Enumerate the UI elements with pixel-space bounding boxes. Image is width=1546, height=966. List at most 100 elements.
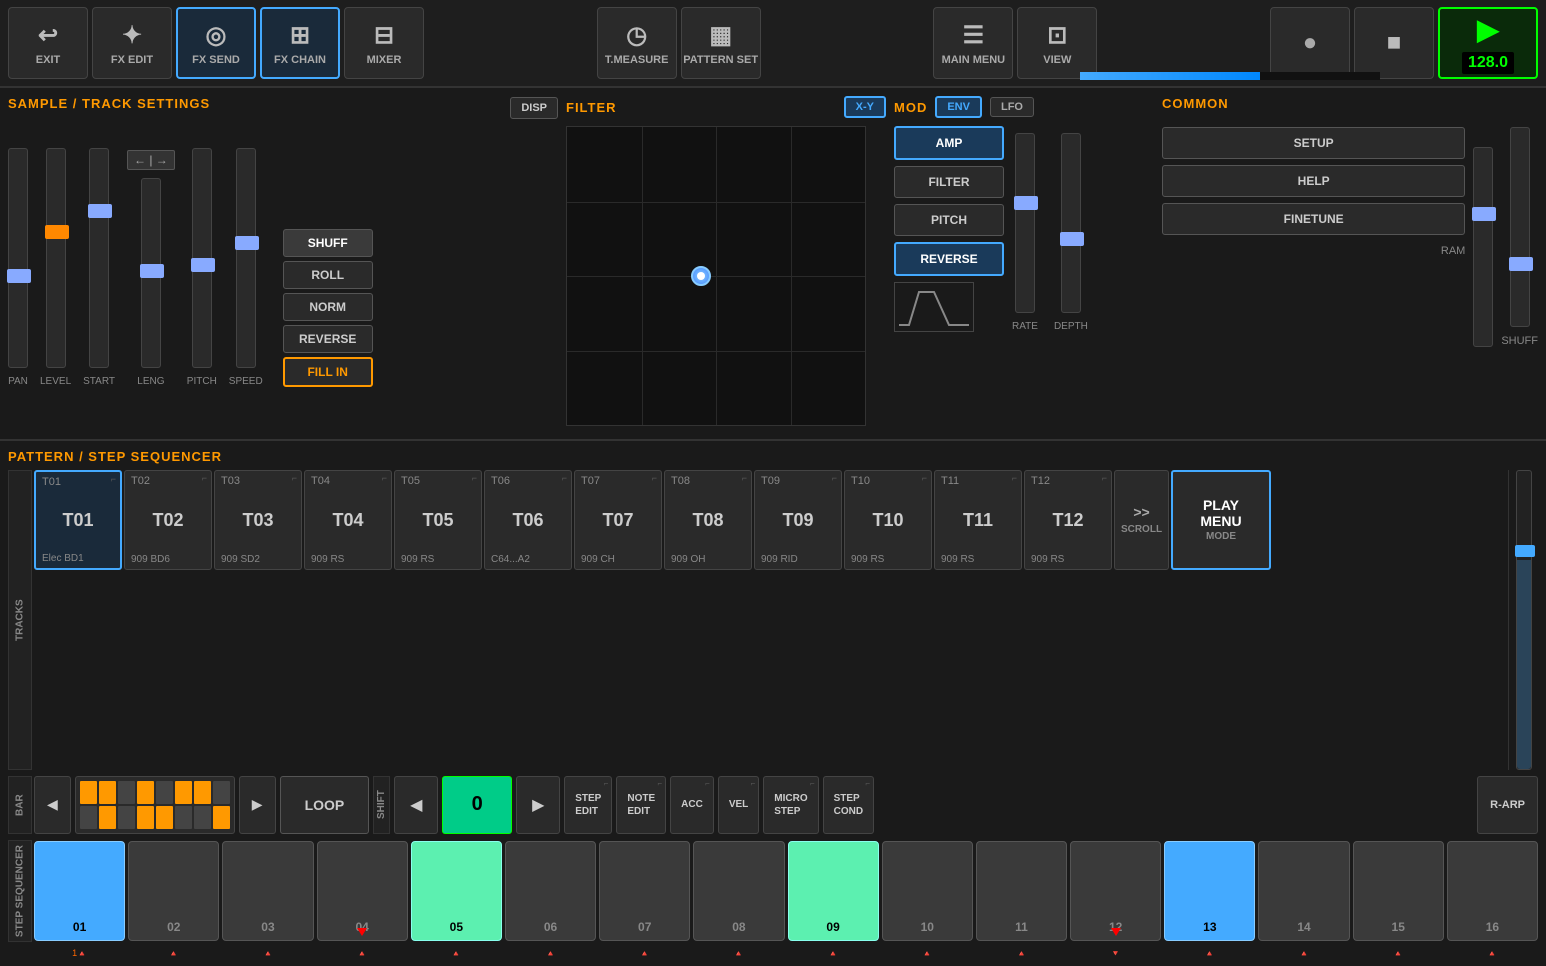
step-pad-12[interactable]: 12 (1070, 841, 1161, 941)
rate-slider[interactable] (1015, 133, 1035, 313)
track-button-t01[interactable]: ⌐ T01 T01 Elec BD1 (34, 470, 122, 570)
step-nav-left[interactable]: ◀ (394, 776, 438, 834)
level-slider[interactable] (46, 148, 66, 368)
vel-button[interactable]: ⌐ VEL (718, 776, 759, 834)
r-arp-button[interactable]: R-ARP (1477, 776, 1538, 834)
reverse-mod-button[interactable]: REVERSE (894, 242, 1004, 276)
step-pad-08[interactable]: 08 (693, 841, 784, 941)
fillin-button[interactable]: FILL IN (283, 357, 373, 387)
step-edit-button[interactable]: ⌐ STEP EDIT (564, 776, 612, 834)
finetune-button[interactable]: FINETUNE (1162, 203, 1465, 235)
shuff-button[interactable]: SHUFF (283, 229, 373, 257)
pitch-slider[interactable] (192, 148, 212, 368)
step-pad-11[interactable]: 11 (976, 841, 1067, 941)
micro-step-button[interactable]: ⌐ MICRO STEP (763, 776, 818, 834)
record-button[interactable]: ● (1270, 7, 1350, 79)
track-button-t11[interactable]: ⌐ T11 T11 909 RS (934, 470, 1022, 570)
step-cond-button[interactable]: ⌐ STEP COND (823, 776, 874, 834)
track-button-t02[interactable]: ⌐ T02 T02 909 BD6 (124, 470, 212, 570)
step-pad-01[interactable]: 01 (34, 841, 125, 941)
step-pad-10[interactable]: 10 (882, 841, 973, 941)
view-button[interactable]: ⊡ VIEW (1017, 7, 1097, 79)
step-pad-06[interactable]: 06 (505, 841, 596, 941)
track-button-t04[interactable]: ⌐ T04 T04 909 RS (304, 470, 392, 570)
pan-slider[interactable] (8, 148, 28, 368)
mixer-button[interactable]: ⊟ MIXER (344, 7, 424, 79)
track-button-t10[interactable]: ⌐ T10 T10 909 RS (844, 470, 932, 570)
step-pad-16[interactable]: 16 (1447, 841, 1538, 941)
step-pad-15[interactable]: 15 (1353, 841, 1444, 941)
amp-button[interactable]: AMP (894, 126, 1004, 160)
mod-buttons: AMP FILTER PITCH REVERSE (894, 126, 1004, 332)
setup-button[interactable]: SETUP (1162, 127, 1465, 159)
track-button-t08[interactable]: ⌐ T08 T08 909 OH (664, 470, 752, 570)
reverse-button[interactable]: REVERSE (283, 325, 373, 353)
lfo-tab[interactable]: LFO (990, 97, 1034, 117)
roll-button[interactable]: ROLL (283, 261, 373, 289)
pattern-set-button[interactable]: ▦ PATTERN SET (681, 7, 761, 79)
track-button-t05[interactable]: ⌐ T05 T05 909 RS (394, 470, 482, 570)
t-measure-button[interactable]: ◷ T.MEASURE (597, 7, 677, 79)
step-pad-13[interactable]: 13 (1164, 841, 1255, 941)
leng-arrows[interactable]: ← | → (127, 150, 175, 170)
step-edit-label2: EDIT (575, 806, 598, 817)
filter-mod-button[interactable]: FILTER (894, 166, 1004, 198)
depth-slider[interactable] (1061, 133, 1081, 313)
mixer-icon: ⊟ (374, 21, 394, 50)
common-slider-track-2[interactable] (1510, 127, 1530, 327)
play-button[interactable]: ▶ 128.0 (1438, 7, 1538, 79)
exit-button[interactable]: ↩ EXIT (8, 7, 88, 79)
step-pad-02[interactable]: 02 (128, 841, 219, 941)
track-button-t06[interactable]: ⌐ T06 T06 C64...A2 (484, 470, 572, 570)
step-num-10: 10 (921, 920, 934, 934)
pitch-mod-button[interactable]: PITCH (894, 204, 1004, 236)
common-slider-track-1[interactable] (1473, 147, 1493, 347)
play-icon: ▶ (1477, 13, 1499, 46)
step-pad-09[interactable]: 09 (788, 841, 879, 941)
loop-button[interactable]: LOOP (280, 776, 370, 834)
leng-label: LENG (137, 376, 164, 387)
step-pad-07[interactable]: 07 (599, 841, 690, 941)
pan-slider-group: PAN (8, 148, 28, 387)
disp-button[interactable]: DISP (510, 97, 558, 119)
step-ind-12: 🔻 (1070, 948, 1161, 958)
main-menu-button[interactable]: ☰ MAIN MENU (933, 7, 1013, 79)
step-pad-14[interactable]: 14 (1258, 841, 1349, 941)
mod-title: MOD (894, 100, 927, 115)
track-button-t12[interactable]: ⌐ T12 T12 909 RS (1024, 470, 1112, 570)
fx-chain-button[interactable]: ⊞ FX CHAIN (260, 7, 340, 79)
right-volume-slider[interactable] (1508, 470, 1538, 770)
bar-right-button[interactable]: ▶ (239, 776, 276, 834)
step-num-14: 14 (1297, 920, 1310, 934)
mini-step-13 (156, 806, 173, 829)
fx-send-icon: ◎ (206, 21, 227, 50)
play-menu-button[interactable]: PLAY MENU MODE (1171, 470, 1271, 570)
stop-button[interactable]: ■ (1354, 7, 1434, 79)
speed-thumb (235, 236, 259, 250)
norm-button[interactable]: NORM (283, 293, 373, 321)
xy-button[interactable]: X-Y (844, 96, 886, 118)
fx-send-button[interactable]: ◎ FX SEND (176, 7, 256, 79)
vol-track[interactable] (1516, 470, 1532, 770)
sample-track-section: SAMPLE / TRACK SETTINGS DISP PAN LEVEL (8, 96, 558, 431)
filter-xy-pad[interactable] (566, 126, 866, 426)
fx-edit-button[interactable]: ✦ FX EDIT (92, 7, 172, 79)
track-scroll-button[interactable]: >> SCROLL (1114, 470, 1169, 570)
speed-slider[interactable] (236, 148, 256, 368)
help-button[interactable]: HELP (1162, 165, 1465, 197)
track-button-t09[interactable]: ⌐ T09 T09 909 RID (754, 470, 842, 570)
common-buttons-col: SETUP HELP FINETUNE RAM (1162, 127, 1465, 257)
leng-slider[interactable] (141, 178, 161, 368)
acc-button[interactable]: ⌐ ACC (670, 776, 714, 834)
step-pad-05[interactable]: 05 (411, 841, 502, 941)
track-button-t03[interactable]: ⌐ T03 T03 909 SD2 (214, 470, 302, 570)
track-button-t07[interactable]: ⌐ T07 T07 909 CH (574, 470, 662, 570)
bar-left-button[interactable]: ◀ (34, 776, 71, 834)
step-pad-04[interactable]: 04 (317, 841, 408, 941)
step-nav-right[interactable]: ▶ (516, 776, 560, 834)
common-slider-1 (1473, 147, 1493, 347)
step-pad-03[interactable]: 03 (222, 841, 313, 941)
env-tab[interactable]: ENV (935, 96, 982, 118)
start-slider[interactable] (89, 148, 109, 368)
note-edit-button[interactable]: ⌐ NOTE EDIT (616, 776, 666, 834)
